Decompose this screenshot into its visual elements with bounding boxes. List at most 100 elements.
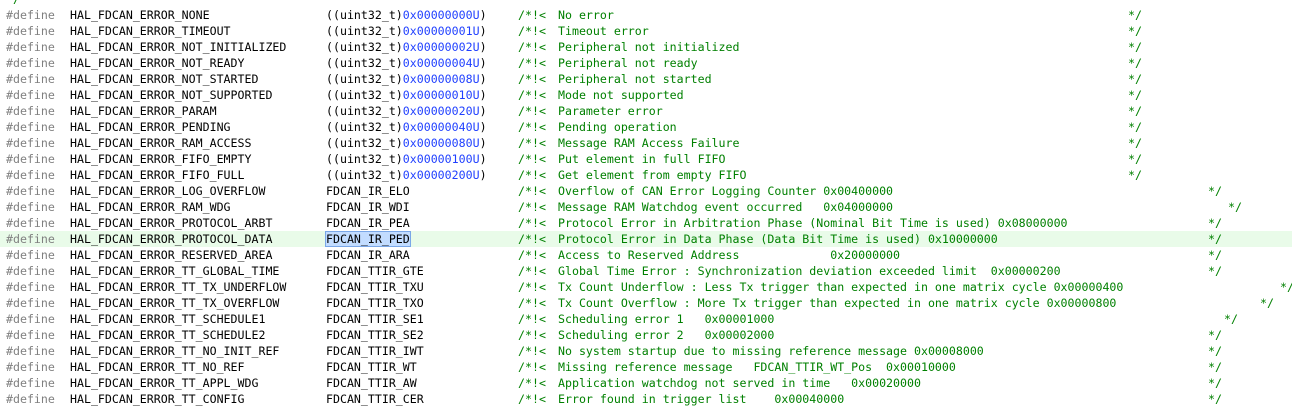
macro-name[interactable]: HAL_FDCAN_ERROR_TT_APPL_WDG: [70, 375, 258, 391]
macro-value-token[interactable]: FDCAN_TTIR_CER: [326, 392, 424, 406]
macro-value-token[interactable]: FDCAN_IR_PEA: [326, 216, 410, 230]
code-line[interactable]: #define HAL_FDCAN_ERROR_TT_NO_INIT_REF FDC…: [0, 343, 1292, 359]
comment-end: */: [1208, 184, 1222, 198]
define-keyword: #define: [6, 200, 55, 214]
define-keyword: #define: [6, 248, 55, 262]
macro-name[interactable]: HAL_FDCAN_ERROR_RAM_WDG: [70, 199, 231, 215]
code-line[interactable]: #define HAL_FDCAN_ERROR_PARAM ((uint32_t)0…: [0, 103, 1292, 119]
macro-value-token[interactable]: FDCAN_TTIR_AW: [326, 376, 417, 390]
macro-value-token[interactable]: FDCAN_TTIR_IWT: [326, 344, 424, 358]
macro-name[interactable]: HAL_FDCAN_ERROR_NONE: [70, 7, 210, 23]
macro-name[interactable]: HAL_FDCAN_ERROR_NOT_READY: [70, 55, 245, 71]
macro-value[interactable]: ((uint32_t)0x00000080U): [326, 135, 487, 151]
macro-value[interactable]: ((uint32_t)0x00000008U): [326, 71, 487, 87]
macro-value[interactable]: ((uint32_t)0x00000000U): [326, 7, 487, 23]
macro-name[interactable]: HAL_FDCAN_ERROR_PROTOCOL_DATA: [70, 231, 272, 247]
macro-name[interactable]: HAL_FDCAN_ERROR_TT_TX_UNDERFLOW: [70, 279, 286, 295]
comment-start: /*!<: [518, 360, 546, 374]
code-line[interactable]: #define HAL_FDCAN_ERROR_PENDING ((uint32_t…: [0, 119, 1292, 135]
macro-value[interactable]: FDCAN_TTIR_SE2: [326, 327, 424, 343]
macro-name[interactable]: HAL_FDCAN_ERROR_LOG_OVERFLOW: [70, 183, 265, 199]
macro-value[interactable]: ((uint32_t)0x00000004U): [326, 55, 487, 71]
code-line[interactable]: #define HAL_FDCAN_ERROR_TIMEOUT ((uint32_t…: [0, 23, 1292, 39]
code-line[interactable]: #define HAL_FDCAN_ERROR_TT_SCHEDULE1 FDCAN…: [0, 311, 1292, 327]
comment-text: Parameter error: [558, 104, 663, 118]
code-line[interactable]: #define HAL_FDCAN_ERROR_RESERVED_AREA FDCA…: [0, 247, 1292, 263]
code-line[interactable]: #define HAL_FDCAN_ERROR_PROTOCOL_DATA FDCA…: [0, 231, 1292, 247]
macro-value-token[interactable]: FDCAN_IR_ELO: [326, 184, 410, 198]
macro-value[interactable]: ((uint32_t)0x00000040U): [326, 119, 487, 135]
comment-text: Missing reference message FDCAN_TTIR_WT_…: [558, 360, 956, 374]
comment-text: Error found in trigger list 0x00040000: [558, 392, 845, 406]
macro-value-token[interactable]: FDCAN_IR_WDI: [326, 200, 410, 214]
macro-value[interactable]: FDCAN_TTIR_TXU: [326, 279, 424, 295]
macro-value[interactable]: FDCAN_IR_ARA: [326, 247, 410, 263]
macro-value[interactable]: ((uint32_t)0x00000020U): [326, 103, 487, 119]
define-keyword: #define: [6, 136, 55, 150]
code-line[interactable]: #define HAL_FDCAN_ERROR_PROTOCOL_ARBT FDCA…: [0, 215, 1292, 231]
code-line[interactable]: #define HAL_FDCAN_ERROR_TT_CONFIG FDCAN_TT…: [0, 391, 1292, 407]
code-line[interactable]: #define HAL_FDCAN_ERROR_TT_APPL_WDG FDCAN_…: [0, 375, 1292, 391]
macro-value-token[interactable]: FDCAN_TTIR_SE2: [326, 328, 424, 342]
code-line[interactable]: #define HAL_FDCAN_ERROR_NOT_INITIALIZED ((…: [0, 39, 1292, 55]
code-line[interactable]: #define HAL_FDCAN_ERROR_FIFO_FULL ((uint32…: [0, 167, 1292, 183]
macro-name[interactable]: HAL_FDCAN_ERROR_TT_SCHEDULE1: [70, 311, 265, 327]
code-line[interactable]: #define HAL_FDCAN_ERROR_FIFO_EMPTY ((uint3…: [0, 151, 1292, 167]
macro-name[interactable]: HAL_FDCAN_ERROR_TT_NO_INIT_REF: [70, 343, 279, 359]
macro-value[interactable]: FDCAN_TTIR_CER: [326, 391, 424, 407]
code-line[interactable]: #define HAL_FDCAN_ERROR_TT_SCHEDULE2 FDCAN…: [0, 327, 1292, 343]
macro-value[interactable]: FDCAN_IR_PEA: [326, 215, 410, 231]
code-line[interactable]: #define HAL_FDCAN_ERROR_NONE ((uint32_t)0x…: [0, 7, 1292, 23]
selected-token[interactable]: FDCAN_IR_PED: [325, 231, 411, 247]
code-line[interactable]: #define HAL_FDCAN_ERROR_TT_GLOBAL_TIME FDC…: [0, 263, 1292, 279]
code-line[interactable]: #define HAL_FDCAN_ERROR_LOG_OVERFLOW FDCAN…: [0, 183, 1292, 199]
macro-value-token[interactable]: FDCAN_IR_ARA: [326, 248, 410, 262]
macro-name[interactable]: HAL_FDCAN_ERROR_FIFO_FULL: [70, 167, 245, 183]
macro-value[interactable]: FDCAN_TTIR_SE1: [326, 311, 424, 327]
macro-value[interactable]: ((uint32_t)0x00000001U): [326, 23, 487, 39]
code-editor[interactable]: */ #define HAL_FDCAN_ERROR_NONE ((uint32_t…: [0, 0, 1292, 416]
macro-value-token[interactable]: FDCAN_TTIR_SE1: [326, 312, 424, 326]
macro-name[interactable]: HAL_FDCAN_ERROR_RESERVED_AREA: [70, 247, 272, 263]
macro-name[interactable]: HAL_FDCAN_ERROR_TIMEOUT: [70, 23, 231, 39]
comment-start: /*!<: [518, 264, 546, 278]
code-line[interactable]: #define HAL_FDCAN_ERROR_RAM_WDG FDCAN_IR_W…: [0, 199, 1292, 215]
code-line[interactable]: #define HAL_FDCAN_ERROR_NOT_READY ((uint32…: [0, 55, 1292, 71]
macro-name[interactable]: HAL_FDCAN_ERROR_TT_CONFIG: [70, 391, 245, 407]
macro-name[interactable]: HAL_FDCAN_ERROR_FIFO_EMPTY: [70, 151, 251, 167]
macro-value[interactable]: ((uint32_t)0x00000100U): [326, 151, 487, 167]
macro-value[interactable]: FDCAN_IR_ELO: [326, 183, 410, 199]
macro-name[interactable]: HAL_FDCAN_ERROR_TT_SCHEDULE2: [70, 327, 265, 343]
code-line[interactable]: #define HAL_FDCAN_ERROR_NOT_SUPPORTED ((ui…: [0, 87, 1292, 103]
code-line[interactable]: #define HAL_FDCAN_ERROR_TT_TX_UNDERFLOW FD…: [0, 279, 1292, 295]
macro-value-token[interactable]: FDCAN_TTIR_TXO: [326, 296, 424, 310]
code-line[interactable]: #define HAL_FDCAN_ERROR_NOT_STARTED ((uint…: [0, 71, 1292, 87]
macro-value-token[interactable]: FDCAN_TTIR_WT: [326, 360, 417, 374]
macro-value[interactable]: ((uint32_t)0x00000010U): [326, 87, 487, 103]
code-line[interactable]: #define HAL_FDCAN_ERROR_RAM_ACCESS ((uint3…: [0, 135, 1292, 151]
macro-name[interactable]: HAL_FDCAN_ERROR_NOT_STARTED: [70, 71, 258, 87]
macro-value[interactable]: FDCAN_IR_PED: [325, 231, 411, 247]
code-line[interactable]: #define HAL_FDCAN_ERROR_TT_NO_REF FDCAN_TT…: [0, 359, 1292, 375]
macro-value-token[interactable]: FDCAN_TTIR_TXU: [326, 280, 424, 294]
macro-value[interactable]: FDCAN_TTIR_AW: [326, 375, 417, 391]
code-line[interactable]: #define HAL_FDCAN_ERROR_TT_TX_OVERFLOW FDC…: [0, 295, 1292, 311]
comment-start: /*!<: [518, 216, 546, 230]
macro-name[interactable]: HAL_FDCAN_ERROR_PENDING: [70, 119, 231, 135]
macro-name[interactable]: HAL_FDCAN_ERROR_PARAM: [70, 103, 217, 119]
macro-value[interactable]: ((uint32_t)0x00000200U): [326, 167, 487, 183]
macro-name[interactable]: HAL_FDCAN_ERROR_TT_TX_OVERFLOW: [70, 295, 279, 311]
macro-value[interactable]: FDCAN_IR_WDI: [326, 199, 410, 215]
macro-value[interactable]: FDCAN_TTIR_TXO: [326, 295, 424, 311]
macro-value[interactable]: FDCAN_TTIR_IWT: [326, 343, 424, 359]
macro-name[interactable]: HAL_FDCAN_ERROR_TT_NO_REF: [70, 359, 245, 375]
macro-value[interactable]: FDCAN_TTIR_GTE: [326, 263, 424, 279]
macro-name[interactable]: HAL_FDCAN_ERROR_RAM_ACCESS: [70, 135, 251, 151]
macro-value-token[interactable]: FDCAN_TTIR_GTE: [326, 264, 424, 278]
macro-name[interactable]: HAL_FDCAN_ERROR_PROTOCOL_ARBT: [70, 215, 272, 231]
macro-name[interactable]: HAL_FDCAN_ERROR_NOT_INITIALIZED: [70, 39, 286, 55]
macro-name[interactable]: HAL_FDCAN_ERROR_TT_GLOBAL_TIME: [70, 263, 279, 279]
macro-name[interactable]: HAL_FDCAN_ERROR_NOT_SUPPORTED: [70, 87, 272, 103]
macro-value[interactable]: FDCAN_TTIR_WT: [326, 359, 417, 375]
macro-value[interactable]: ((uint32_t)0x00000002U): [326, 39, 487, 55]
